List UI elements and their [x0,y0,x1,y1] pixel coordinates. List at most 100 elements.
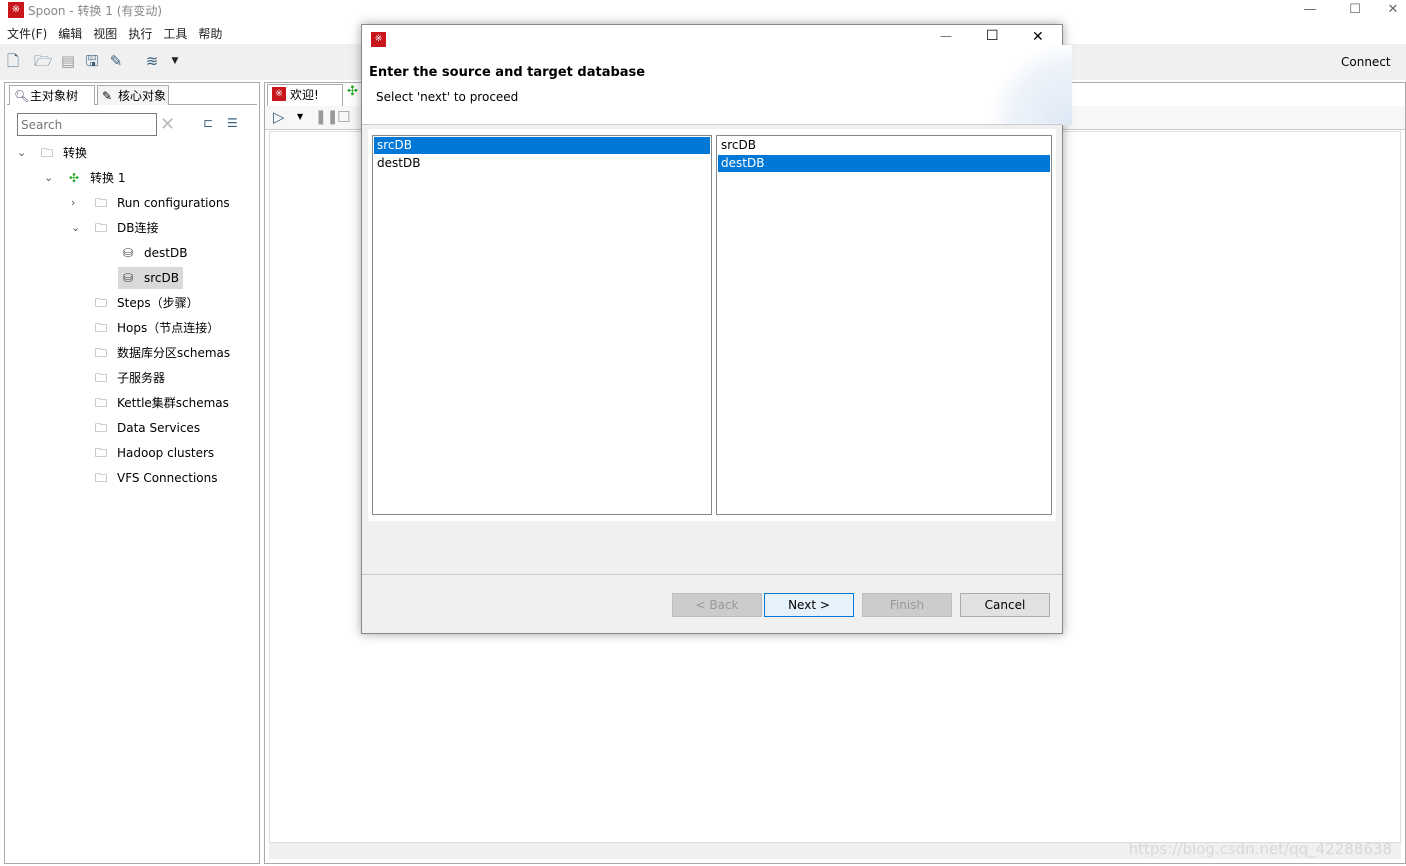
database-icon: ⛁ [122,271,134,285]
minimize-button[interactable]: — [1290,0,1330,20]
folder-icon: 🗀 [94,446,107,460]
save-as-icon[interactable]: ✎ [107,52,125,70]
tree-item-label: Run configurations [117,196,230,210]
menu-bar: 文件(F) 编辑 视图 执行 工具 帮助 [0,24,360,44]
tree-item-label: Kettle集群schemas [117,396,229,410]
menu-help[interactable]: 帮助 [198,24,222,44]
chevron-down-icon[interactable]: ⌄ [17,146,26,159]
list-item[interactable]: destDB [374,155,710,172]
title-bar: ※ Spoon - 转换 1 (有变动) — ☐ ✕ [0,0,1406,22]
tree-item[interactable]: 🗀 Run configurations [91,192,234,214]
tab-main-tree[interactable]: 🔍︎ 主对象树 [9,85,95,105]
chevron-right-icon[interactable]: › [71,196,75,209]
tree-item-label: 子服务器 [117,371,166,385]
tab-welcome[interactable]: ※ 欢迎! [267,84,343,106]
close-button[interactable]: ✕ [1380,0,1406,20]
expand-tree-icon[interactable]: ☰ [227,116,238,130]
tree-item-label: 数据库分区schemas [117,346,231,360]
run-icon[interactable]: ▷ [273,108,285,126]
tree-item-label: VFS Connections [117,471,218,485]
tree-item[interactable]: 🗀 转换 [37,142,91,164]
tree-item[interactable]: 🗀 VFS Connections [91,467,221,489]
dialog-header: ※ — ☐ ✕ Enter the source and target data… [362,25,1072,125]
explore-repository-icon[interactable]: ▤ [59,52,77,70]
stop-icon[interactable]: ☐ [337,108,350,126]
tree-item-label: DB连接 [117,221,159,235]
tab-core-objects[interactable]: ✎ 核心对象 [97,85,169,105]
chevron-down-icon[interactable]: ⌄ [44,171,53,184]
tree-item-label: Data Services [117,421,201,435]
spoon-logo-icon: ※ [272,87,286,101]
dialog-maximize-button[interactable]: ☐ [986,28,999,44]
transformation-tab-icon[interactable]: ✣ [347,84,358,99]
connect-button[interactable]: Connect [1341,55,1391,69]
folder-icon: 🗀 [94,371,107,385]
tab-label: 欢迎! [290,88,319,102]
tree-item-label: destDB [144,246,188,260]
folder-icon: 🗀 [40,146,53,160]
back-button[interactable]: < Back [672,593,762,617]
menu-run[interactable]: 执行 [128,24,152,44]
search-doc-icon: 🔍︎ [14,89,30,103]
tree-item[interactable]: ⛁ srcDB [118,267,183,289]
tab-label: 主对象树 [30,89,79,103]
folder-icon: 🗀 [94,346,107,360]
dialog-minimize-button[interactable]: — [940,29,952,43]
watermark: https://blog.csdn.net/qq_42288638 [1128,840,1392,858]
next-button[interactable]: Next > [764,593,854,617]
folder-icon: 🗀 [94,296,107,310]
folder-icon: 🗀 [94,471,107,485]
chevron-down-icon[interactable]: ▼ [297,112,303,121]
tree-item[interactable]: 🗀 Hadoop clusters [91,442,218,464]
cancel-button[interactable]: Cancel [960,593,1050,617]
tree-item[interactable]: 🗀 Data Services [91,417,204,439]
search-input[interactable] [17,113,157,136]
list-item[interactable]: destDB [718,155,1050,172]
folder-icon: 🗀 [94,421,107,435]
tree-item-label: Hadoop clusters [117,446,215,460]
source-database-list[interactable]: srcDB destDB [372,135,712,515]
spoon-logo-icon: ※ [8,2,24,18]
menu-edit[interactable]: 编辑 [58,24,82,44]
tree-item[interactable]: 🗀 子服务器 [91,367,169,389]
chevron-down-icon[interactable]: ▼ [166,52,184,70]
collapse-tree-icon[interactable]: ⊏ [203,116,213,130]
clear-search-icon[interactable]: ✕ [160,114,175,135]
dialog-heading: Enter the source and target database [369,65,646,80]
list-item[interactable]: srcDB [374,137,710,154]
folder-icon: 🗀 [94,321,107,335]
left-panel: 🔍︎主对象树 ✎ 核心对象 ✕ ⊏ ☰ ⌄ 🗀 转换 ⌄ ✣ 转换 1 › 🗀 Run confi… [4,82,260,864]
maximize-button[interactable]: ☐ [1335,0,1375,20]
layers-icon[interactable]: ≋ [143,52,161,70]
tree-item[interactable]: 🗀 数据库分区schemas [91,342,234,364]
tree-item-label: Hops（节点连接） [117,321,220,335]
tree-item[interactable]: 🗀 Kettle集群schemas [91,392,233,414]
tree-item[interactable]: ⛁ destDB [118,242,191,264]
tree-item[interactable]: 🗀 Hops（节点连接） [91,317,223,339]
pause-icon[interactable]: ❚❚ [315,109,338,125]
tree-item-label: srcDB [144,271,179,285]
tree-item[interactable]: 🗀 DB连接 [91,217,162,239]
finish-button[interactable]: Finish [862,593,952,617]
transformation-icon: ✣ [68,171,80,185]
window-title: Spoon - 转换 1 (有变动) [28,4,163,18]
tree-item-label: Steps（步骤） [117,296,199,310]
divider [362,574,1062,575]
chevron-down-icon[interactable]: ⌄ [71,221,80,234]
tree-item-label: 转换 [63,146,88,160]
open-file-icon[interactable]: 🗁 [34,52,53,70]
folder-icon: 🗀 [94,221,107,235]
save-icon[interactable]: 🖫 [83,52,101,70]
new-file-icon[interactable]: 🗋 [4,52,22,70]
database-wizard-dialog: ※ — ☐ ✕ Enter the source and target data… [361,24,1072,634]
tree-item[interactable]: 🗀 Steps（步骤） [91,292,203,314]
menu-tools[interactable]: 工具 [163,24,187,44]
target-database-list[interactable]: srcDB destDB [716,135,1052,515]
list-item[interactable]: srcDB [718,137,1050,154]
menu-file[interactable]: 文件(F) [7,24,47,44]
dialog-close-button[interactable]: ✕ [1032,29,1044,45]
spoon-logo-icon: ※ [371,32,386,47]
menu-view[interactable]: 视图 [93,24,117,44]
tab-label: 核心对象 [118,89,167,103]
tree-item[interactable]: ✣ 转换 1 [64,167,129,189]
